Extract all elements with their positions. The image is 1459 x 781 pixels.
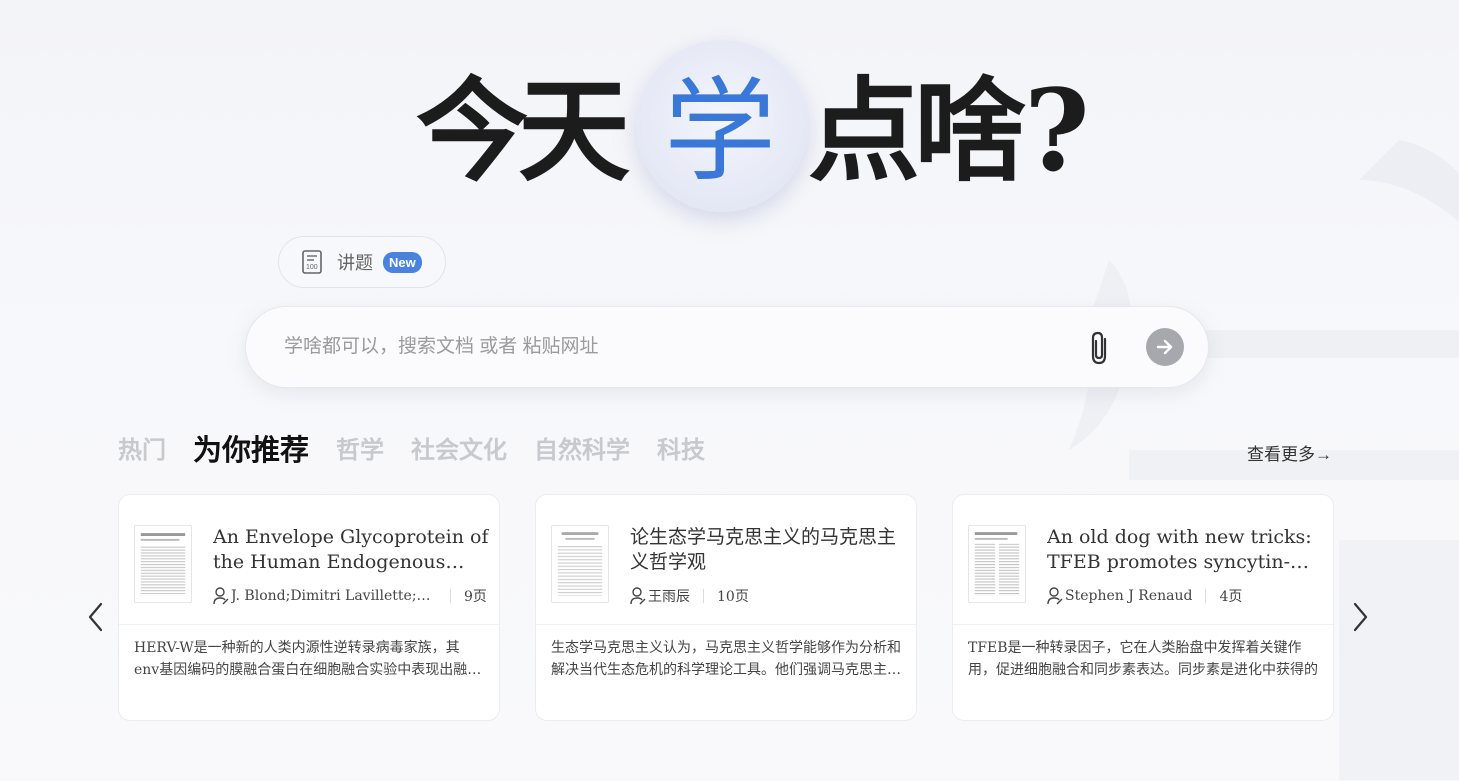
- card-description: TFEB是一种转录因子，它在人类胎盘中发挥着关键作用，促进细胞融合和同步素表达。…: [968, 640, 1318, 678]
- document-card[interactable]: An Envelope Glycoprotein of the Human En…: [118, 494, 500, 721]
- meta-divider: [703, 589, 704, 603]
- document-thumbnail: [134, 525, 192, 603]
- headline-char: ?: [1024, 66, 1090, 197]
- card-author: Stephen J Renaud: [1065, 588, 1193, 604]
- card-meta: 王雨辰 10页: [630, 585, 906, 607]
- meta-divider: [450, 589, 451, 603]
- headline-char-accent: 学: [664, 67, 776, 197]
- card-pages: 4页: [1219, 589, 1243, 605]
- card-divider: [119, 624, 499, 625]
- lecture-chip-button[interactable]: 100 讲题 New: [278, 236, 446, 288]
- tab-social-culture[interactable]: 社会文化: [411, 428, 507, 472]
- svg-text:100: 100: [306, 264, 318, 271]
- card-meta: Stephen J Renaud 4页: [1047, 585, 1323, 607]
- tab-philosophy[interactable]: 哲学: [336, 428, 384, 472]
- new-badge: New: [383, 251, 422, 273]
- meta-divider: [1205, 589, 1207, 603]
- user-icon: [213, 587, 229, 605]
- headline-char: 天: [518, 66, 630, 197]
- chevron-left-icon[interactable]: [86, 600, 106, 634]
- card-title: An Envelope Glycoprotein of the Human En…: [213, 526, 489, 573]
- document-thumbnail: [551, 525, 609, 603]
- card-divider: [953, 624, 1333, 625]
- submit-button[interactable]: [1146, 328, 1184, 366]
- card-description: 生态学马克思主义认为，马克思主义哲学能够作为分析和解决当代生态危机的科学理论工具…: [551, 640, 901, 678]
- document-thumbnail: [968, 525, 1026, 603]
- card-description: HERV-W是一种新的人类内源性逆转录病毒家族，其env基因编码的膜融合蛋白在细…: [134, 640, 482, 678]
- headline-char: 今: [416, 66, 528, 197]
- user-icon: [1047, 587, 1063, 605]
- chip-label: 讲题: [337, 253, 373, 273]
- tab-hot[interactable]: 热门: [118, 428, 166, 472]
- tab-technology[interactable]: 科技: [657, 428, 705, 472]
- category-tabs: 热门 为你推荐 哲学 社会文化 自然科学 科技: [118, 428, 732, 472]
- card-title: An old dog with new tricks: TFEB promote…: [1047, 526, 1312, 573]
- user-icon: [630, 587, 646, 605]
- card-author: J. Blond;Dimitri Lavillette;Valerie Chey…: [231, 588, 437, 604]
- tab-recommended[interactable]: 为你推荐: [193, 428, 309, 472]
- headline-char: 啥: [914, 66, 1026, 197]
- paperclip-icon[interactable]: [1087, 329, 1113, 367]
- arrow-right-icon: [1156, 339, 1173, 355]
- card-author: 王雨辰: [648, 589, 690, 605]
- card-meta: J. Blond;Dimitri Lavillette;Valerie Chey…: [213, 585, 489, 607]
- search-bar: [245, 306, 1209, 388]
- search-input[interactable]: [284, 329, 1064, 365]
- tab-natural-science[interactable]: 自然科学: [534, 428, 630, 472]
- card-pages: 10页: [717, 589, 749, 605]
- card-divider: [536, 624, 916, 625]
- paper-100-icon: 100: [302, 250, 322, 274]
- see-more-link[interactable]: 查看更多→: [1247, 440, 1332, 465]
- chevron-right-icon[interactable]: [1350, 600, 1370, 634]
- card-pages: 9页: [464, 589, 487, 605]
- headline: 今 天 学 点 啥 ?: [0, 40, 1459, 220]
- headline-char: 点: [808, 66, 920, 197]
- document-card[interactable]: An old dog with new tricks: TFEB promote…: [952, 494, 1334, 721]
- document-card[interactable]: 论生态学马克思主义的马克思主义哲学观 王雨辰 10页 生态学马克思主义认为，马克…: [535, 494, 917, 721]
- card-title: 论生态学马克思主义的马克思主义哲学观: [630, 526, 897, 573]
